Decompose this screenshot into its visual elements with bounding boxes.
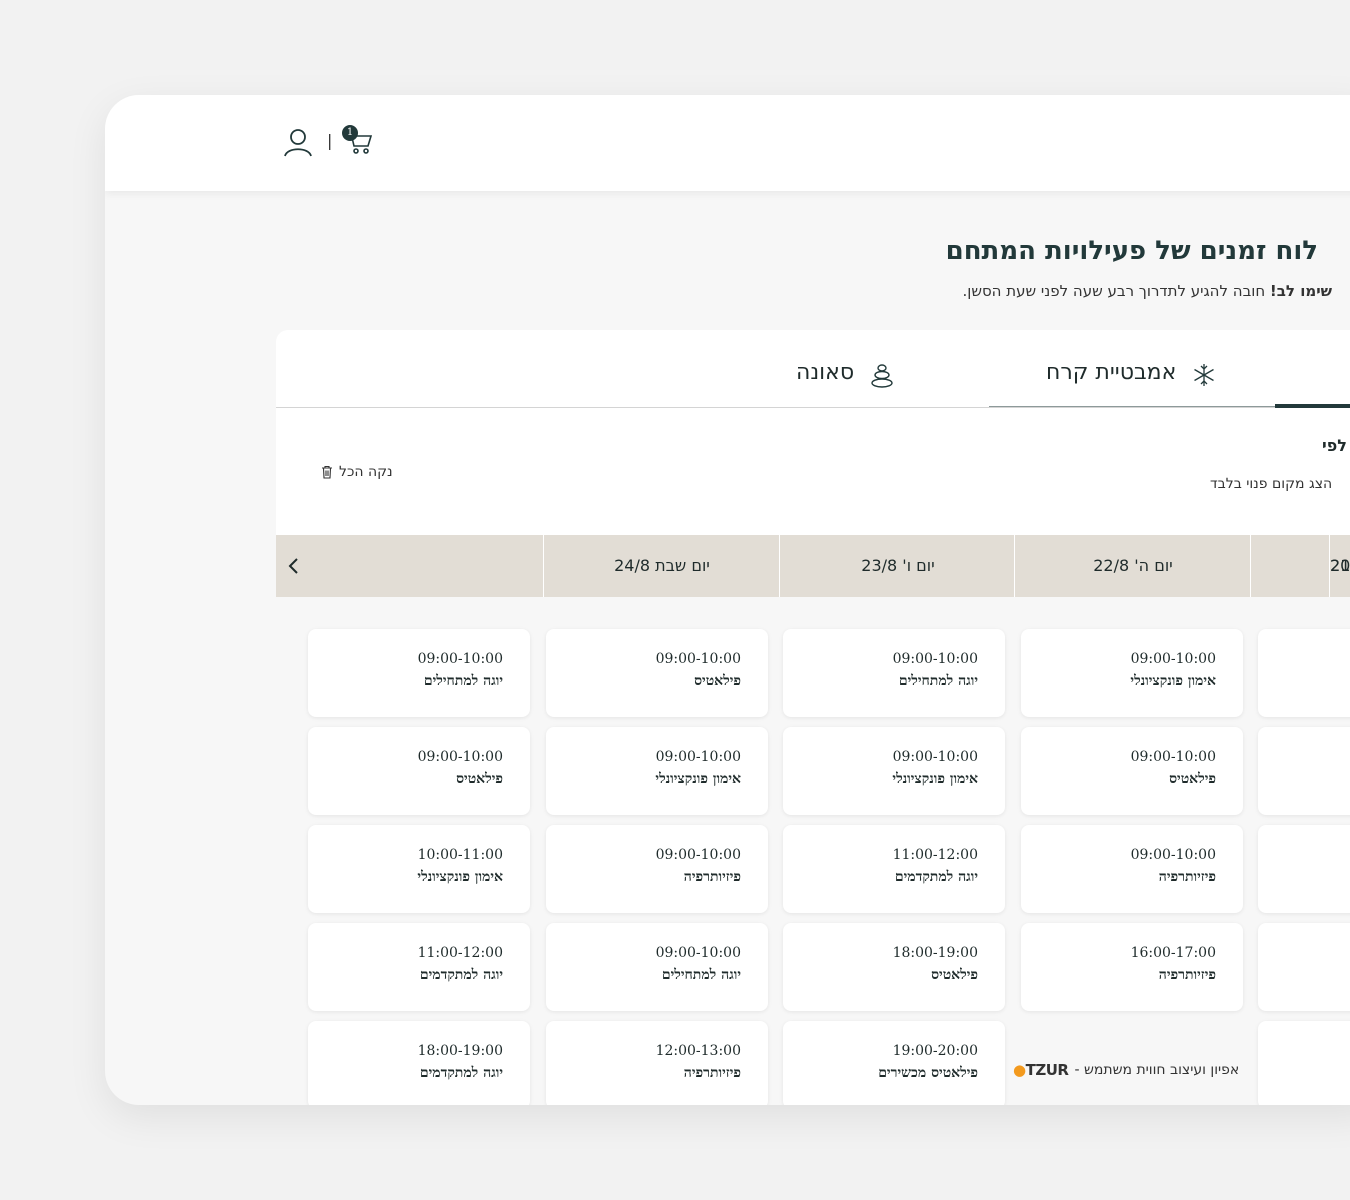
active-tab-indicator bbox=[1275, 404, 1350, 408]
slot-name: פילאטיס מכשירים bbox=[878, 1065, 978, 1081]
briefing-notice: שימו לב! חובה להגיע לתדרוך רבע שעה לפני … bbox=[962, 282, 1332, 300]
day-header-thu: יום ה' 22/8 bbox=[1014, 535, 1251, 597]
tab-ice-bath-underline bbox=[989, 406, 1276, 407]
slot-time: 18:00-19:00 bbox=[417, 1043, 503, 1059]
session-slot[interactable] bbox=[1258, 727, 1350, 815]
slot-time: 09:00-10:00 bbox=[892, 749, 978, 765]
header-separator: | bbox=[327, 131, 333, 150]
session-slot[interactable]: 18:00-19:00 פילאטיס bbox=[783, 923, 1005, 1011]
session-slot[interactable]: 19:00-20:00 פילאטיס מכשירים bbox=[783, 1021, 1005, 1105]
schedule-panel: סאונה אמבטיית קרח לפי הצג מקום פנוי בלבד… bbox=[276, 330, 1350, 1105]
session-slot[interactable] bbox=[1258, 825, 1350, 913]
slot-name: יוגה למתקדמים bbox=[894, 869, 978, 885]
credit-text: אפיון ועיצוב חווית משתמש - bbox=[1074, 1062, 1240, 1078]
slot-name: יוגה למתחילים bbox=[423, 673, 503, 689]
session-slot[interactable]: 11:00-12:00 יוגה למתקדמים bbox=[783, 825, 1005, 913]
slot-name: פילאטיס bbox=[931, 967, 978, 983]
snowflake-icon bbox=[1194, 364, 1214, 386]
slot-time: 12:00-13:00 bbox=[655, 1043, 741, 1059]
slot-time: 09:00-10:00 bbox=[655, 651, 741, 667]
user-icon[interactable] bbox=[283, 127, 313, 157]
slot-time: 09:00-10:00 bbox=[417, 651, 503, 667]
slot-name: אימון פונקציונלי bbox=[655, 771, 741, 787]
slot-name: יוגה למתחילים bbox=[898, 673, 978, 689]
notice-bold: שימו לב! bbox=[1269, 282, 1332, 300]
session-slot[interactable]: 09:00-10:00 פיזיותרפיה bbox=[546, 825, 768, 913]
session-slot[interactable]: 18:00-19:00 יוגה למתקדמים bbox=[308, 1021, 530, 1105]
session-slot[interactable]: 09:00-10:00 אימון פונקציונלי bbox=[1021, 629, 1243, 717]
clear-all-button[interactable]: נקה הכל bbox=[321, 464, 393, 480]
slot-name: פיזיותרפיה bbox=[683, 1065, 741, 1081]
slot-name: אימון פונקציונלי bbox=[892, 771, 978, 787]
slot-time: 09:00-10:00 bbox=[655, 847, 741, 863]
day-header-tue: 20 bbox=[1329, 535, 1350, 597]
top-bar: | 1 bbox=[105, 95, 1350, 191]
session-slot[interactable]: 09:00-10:00 פילאטיס bbox=[308, 727, 530, 815]
slot-time: 18:00-19:00 bbox=[892, 945, 978, 961]
tab-ice-bath[interactable]: אמבטיית קרח bbox=[1046, 360, 1176, 385]
session-slot[interactable]: 09:00-10:00 אימון פונקציונלי bbox=[546, 727, 768, 815]
session-slot[interactable]: 16:00-17:00 פיזיותרפיה bbox=[1021, 923, 1243, 1011]
slot-time: 09:00-10:00 bbox=[417, 749, 503, 765]
slot-name: יוגה למתחילים bbox=[661, 967, 741, 983]
slot-name: פיזיותרפיה bbox=[1158, 869, 1216, 885]
slot-name: פילאטיס bbox=[456, 771, 503, 787]
slot-name: פילאטיס bbox=[694, 673, 741, 689]
slot-name: יוגה למתקדמים bbox=[419, 967, 503, 983]
tzur-logo[interactable]: TZUR● bbox=[1013, 1061, 1069, 1079]
slot-time: 11:00-12:00 bbox=[892, 847, 978, 863]
session-slot[interactable]: 09:00-10:00 יוגה למתחילים bbox=[783, 629, 1005, 717]
slot-time: 11:00-12:00 bbox=[417, 945, 503, 961]
tab-sauna[interactable]: סאונה bbox=[796, 360, 854, 385]
session-slot[interactable] bbox=[1258, 629, 1350, 717]
session-slot[interactable]: 09:00-10:00 פיזיותרפיה bbox=[1021, 825, 1243, 913]
session-slot[interactable]: 09:00-10:00 פילאטיס bbox=[1021, 727, 1243, 815]
trash-icon bbox=[322, 465, 332, 479]
cart-count-badge: 1 bbox=[342, 125, 358, 141]
slot-time: 09:00-10:00 bbox=[892, 651, 978, 667]
day-header-sat: יום שבת 24/8 bbox=[543, 535, 780, 597]
slot-name: פילאטיס bbox=[1169, 771, 1216, 787]
session-slot[interactable] bbox=[1258, 1021, 1350, 1105]
session-slot[interactable]: 09:00-10:00 יוגה למתחילים bbox=[546, 923, 768, 1011]
activity-tabs: סאונה אמבטיית קרח bbox=[276, 330, 1350, 408]
session-slot[interactable]: 10:00-11:00 אימון פונקציונלי bbox=[308, 825, 530, 913]
slots-grid: 09:00-10:00 יוגה למתחילים 09:00-10:00 פילא… bbox=[276, 597, 1350, 1105]
session-slot[interactable]: 09:00-10:00 פילאטיס bbox=[546, 629, 768, 717]
logo-text: TZUR bbox=[1025, 1061, 1069, 1079]
slot-name: פיזיותרפיה bbox=[1158, 967, 1216, 983]
slot-name: יוגה למתקדמים bbox=[419, 1065, 503, 1081]
slot-time: 09:00-10:00 bbox=[1130, 847, 1216, 863]
session-slot[interactable]: 12:00-13:00 פיזיותרפיה bbox=[546, 1021, 768, 1105]
slot-time: 09:00-10:00 bbox=[1130, 749, 1216, 765]
clear-all-label: נקה הכל bbox=[339, 464, 393, 480]
slot-time: 19:00-20:00 bbox=[892, 1043, 978, 1059]
notice-text: חובה להגיע לתדרוך רבע שעה לפני שעת הסשן. bbox=[962, 282, 1270, 300]
chevron-left-icon[interactable] bbox=[286, 556, 300, 576]
slot-name: אימון פונקציונלי bbox=[1130, 673, 1216, 689]
slot-time: 09:00-10:00 bbox=[655, 945, 741, 961]
days-header: יום שבת 24/8 יום ו' 23/8 יום ה' 22/8 יום… bbox=[276, 535, 1350, 597]
design-credit: אפיון ועיצוב חווית משתמש - TZUR● bbox=[1013, 1061, 1239, 1079]
app-window: | 1 לוח זמנים של פעילויות המתחם שימו לב!… bbox=[105, 95, 1350, 1105]
session-slot[interactable] bbox=[1258, 923, 1350, 1011]
slot-time: 09:00-10:00 bbox=[1130, 651, 1216, 667]
page-title: לוח זמנים של פעילויות המתחם bbox=[945, 236, 1318, 266]
slot-time: 16:00-17:00 bbox=[1130, 945, 1216, 961]
stones-icon bbox=[871, 364, 893, 388]
free-only-filter[interactable]: הצג מקום פנוי בלבד bbox=[1210, 476, 1332, 492]
day-header-fri: יום ו' 23/8 bbox=[779, 535, 1016, 597]
session-slot[interactable]: 09:00-10:00 אימון פונקציונלי bbox=[783, 727, 1005, 815]
session-slot[interactable]: 09:00-10:00 יוגה למתחילים bbox=[308, 629, 530, 717]
filter-label: לפי bbox=[1322, 436, 1347, 455]
slot-name: אימון פונקציונלי bbox=[417, 869, 503, 885]
slot-time: 10:00-11:00 bbox=[417, 847, 503, 863]
slot-name: פיזיותרפיה bbox=[683, 869, 741, 885]
slot-time: 09:00-10:00 bbox=[655, 749, 741, 765]
session-slot[interactable]: 11:00-12:00 יוגה למתקדמים bbox=[308, 923, 530, 1011]
